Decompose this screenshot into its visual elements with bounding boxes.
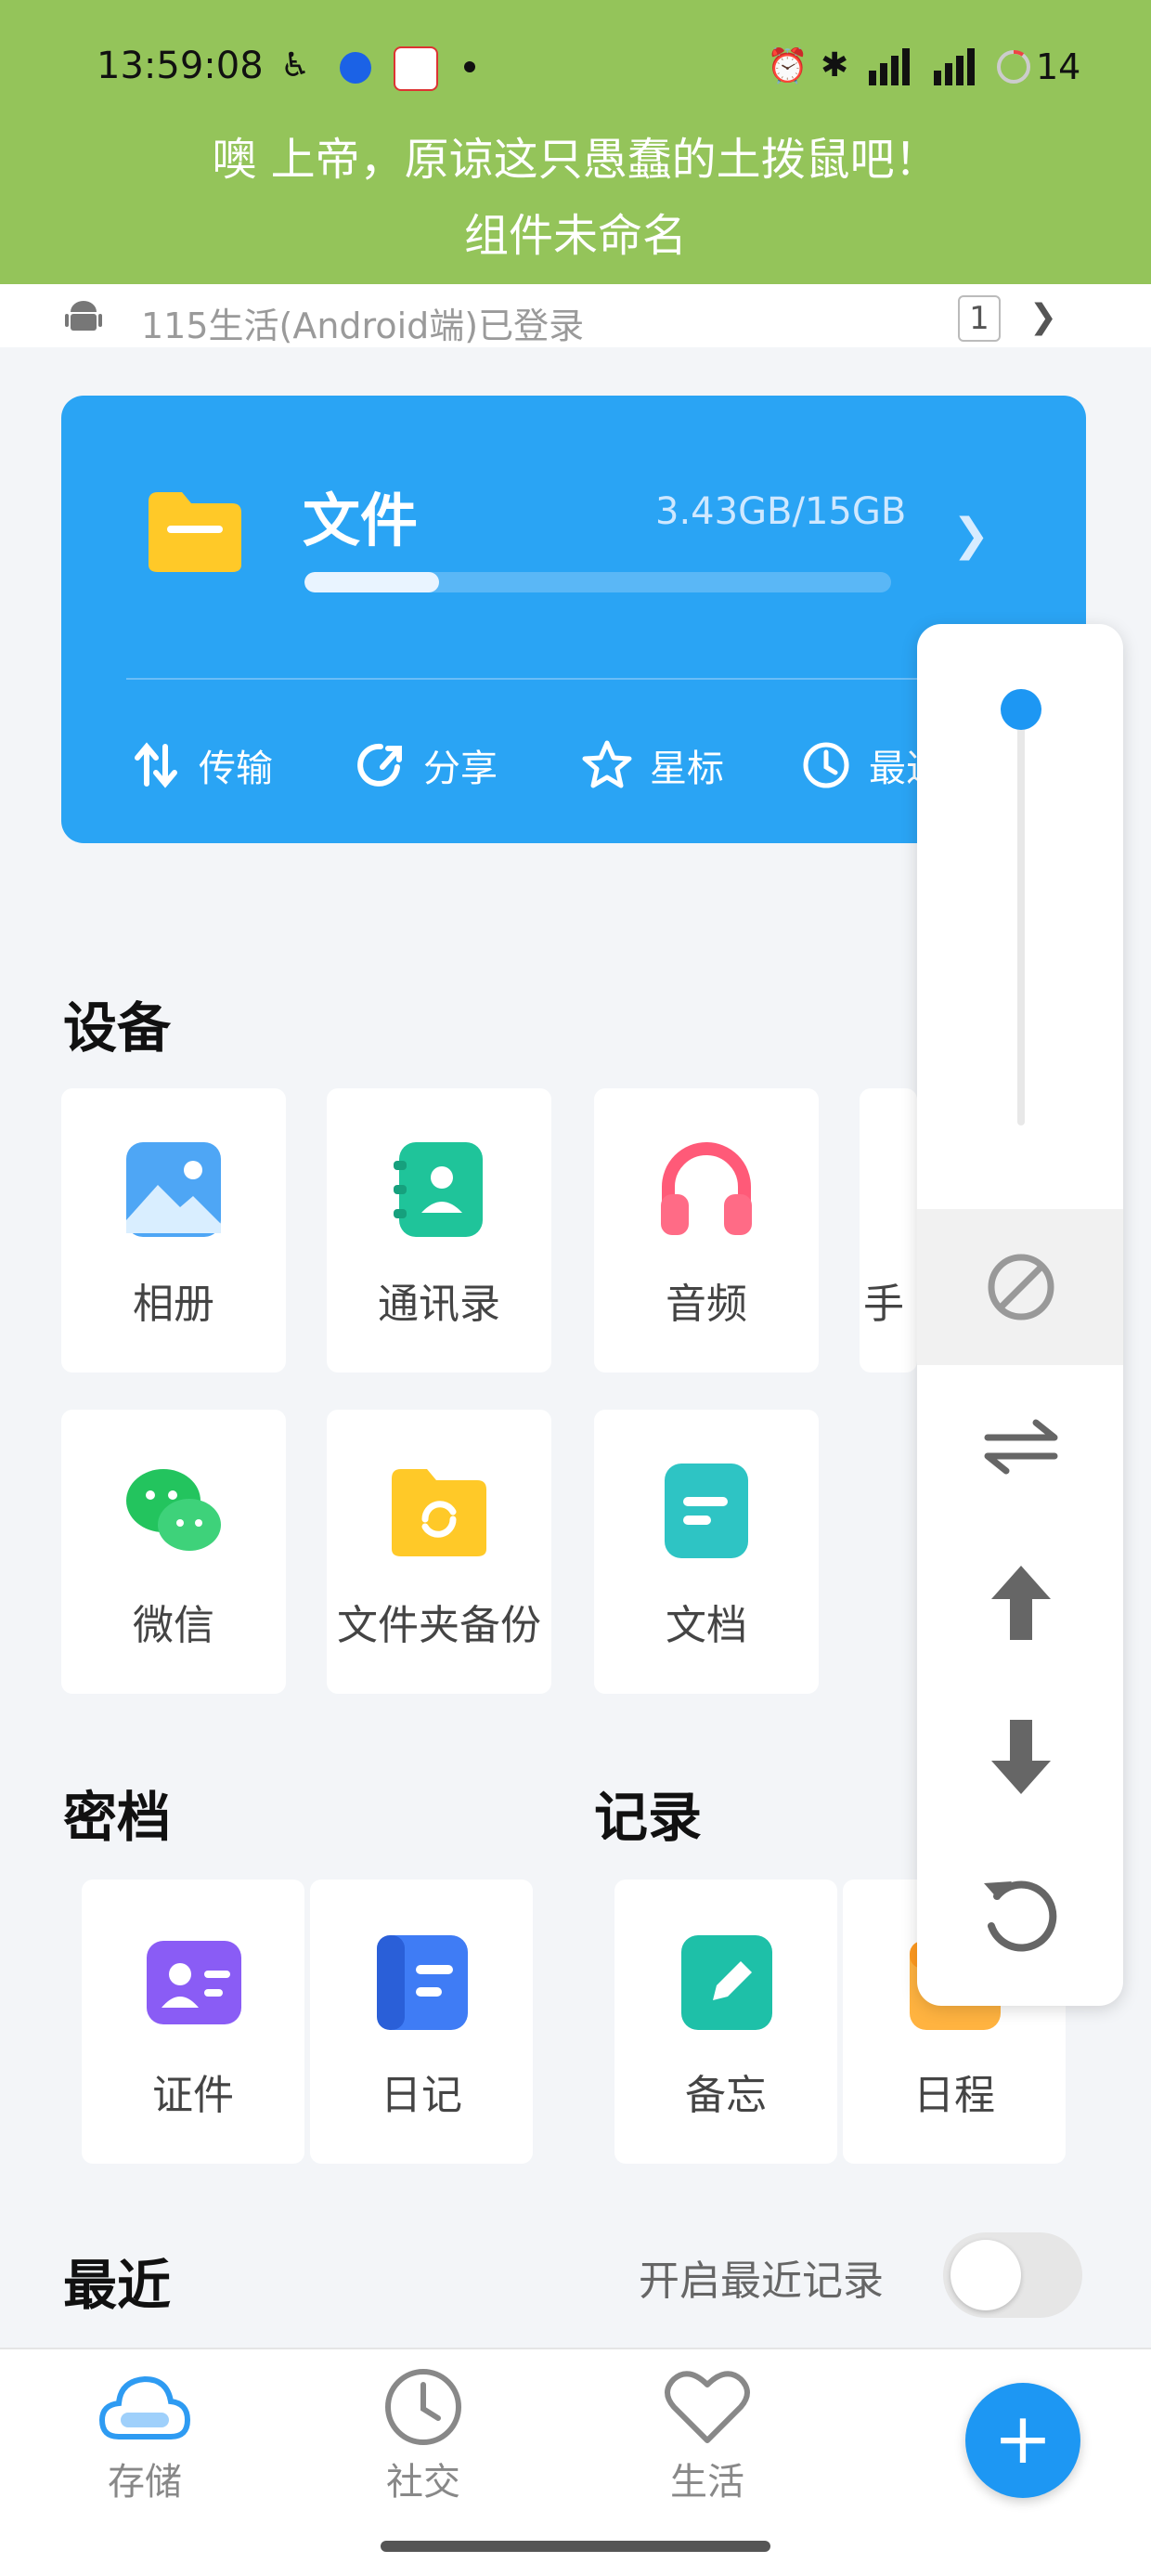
document-icon: [665, 1464, 748, 1558]
add-button[interactable]: +: [965, 2383, 1080, 2498]
nav-storage-label: 存储: [108, 2461, 182, 2504]
diary-icon: [377, 1935, 468, 2030]
recent-section-title: 最近: [63, 2254, 172, 2317]
nav-social-label: 社交: [386, 2461, 460, 2504]
nav-life[interactable]: 生活: [633, 2364, 782, 2505]
contacts-icon: [394, 1142, 483, 1237]
tile-photos[interactable]: 相册: [61, 1088, 286, 1373]
share-icon: [357, 743, 402, 787]
devices-section-title: 设备: [63, 996, 172, 1060]
chevron-right-icon[interactable]: ❯: [952, 509, 989, 561]
dot-icon: [464, 61, 475, 72]
tile-label: 文档: [666, 1602, 747, 1649]
android-icon: [65, 301, 102, 331]
banner-subtitle: 组件未命名: [463, 210, 687, 262]
tile-label: 日记: [381, 2072, 462, 2119]
photo-icon: [126, 1142, 221, 1237]
tile-label: 相册: [133, 1281, 214, 1328]
swap-icon[interactable]: [975, 1400, 1067, 1493]
memo-icon: [681, 1935, 772, 2030]
card-divider: [126, 678, 925, 680]
share-label: 分享: [423, 748, 498, 790]
banner-message: 噢 上帝，原谅这只愚蠢的土拨鼠吧！: [212, 134, 939, 186]
star-label: 星标: [650, 748, 724, 790]
alarm-icon: ⏰: [767, 47, 808, 85]
tile-memo[interactable]: 备忘: [614, 1880, 837, 2164]
transfer-label: 传输: [199, 748, 273, 790]
tile-label: 手: [863, 1281, 904, 1328]
recent-toggle-knob[interactable]: [951, 2240, 1021, 2310]
tile-documents[interactable]: 文档: [594, 1410, 819, 1694]
folder-icon: [149, 492, 241, 572]
transfer-button[interactable]: 传输: [130, 719, 273, 812]
tile-label: 备忘: [685, 2072, 767, 2119]
tile-label: 日程: [913, 2072, 995, 2119]
storage-progress-bar: [304, 572, 891, 592]
nav-storage[interactable]: 存储: [71, 2364, 219, 2505]
star-button[interactable]: 星标: [581, 719, 724, 812]
tile-label: 音频: [666, 1281, 747, 1328]
battery-level: 14: [1036, 46, 1081, 87]
id-card-icon: [147, 1941, 241, 2024]
files-title: 文件: [303, 487, 419, 554]
vertical-slider-knob[interactable]: [1001, 689, 1041, 730]
transfer-icon: [135, 742, 177, 788]
chevron-right-icon[interactable]: ❯: [1021, 295, 1066, 340]
cloud-app-icon: [394, 46, 438, 91]
headphones-icon: [661, 1142, 752, 1235]
battery-ring-icon: [997, 50, 1030, 84]
nav-life-label: 生活: [670, 2461, 744, 2504]
history-icon: [803, 742, 849, 788]
folder-sync-icon: [392, 1469, 486, 1556]
notification-app-icon: [340, 52, 371, 84]
cloud-icon: [98, 2375, 191, 2439]
accessibility-icon: ♿: [280, 46, 311, 85]
signal-icon: [869, 48, 975, 85]
tile-contacts[interactable]: 通讯录: [327, 1088, 551, 1373]
records-section-title: 记录: [594, 1786, 703, 1849]
star-icon: [582, 740, 632, 788]
home-indicator[interactable]: [381, 2541, 770, 2552]
tile-label: 证件: [152, 2072, 234, 2119]
clock-icon: [385, 2369, 461, 2445]
login-count-badge: 1: [958, 295, 1001, 342]
recent-toggle-label: 开启最近记录: [639, 2257, 884, 2305]
arrow-up-icon[interactable]: [975, 1556, 1067, 1649]
tile-phone[interactable]: 手: [860, 1088, 917, 1373]
status-time: 13:59:08: [97, 45, 264, 87]
wechat-icon: [126, 1469, 221, 1551]
tile-label: 微信: [133, 1602, 214, 1649]
storage-progress-fill: [304, 572, 440, 592]
vertical-slider-track[interactable]: [1017, 711, 1025, 1125]
tile-label: 通讯录: [378, 1281, 500, 1328]
tile-label: 文件夹备份: [337, 1602, 541, 1649]
storage-usage: 3.43GB/15GB: [655, 490, 907, 533]
vault-section-title: 密档: [63, 1786, 172, 1849]
login-status-text: 115生活(Android端)已登录: [141, 306, 585, 346]
tile-folder-backup[interactable]: 文件夹备份: [327, 1410, 551, 1694]
tile-audio[interactable]: 音频: [594, 1088, 819, 1373]
arrow-down-icon[interactable]: [975, 1711, 1067, 1803]
reset-icon[interactable]: [975, 1868, 1067, 1961]
block-icon[interactable]: [975, 1241, 1067, 1334]
tile-diary[interactable]: 日记: [310, 1880, 533, 2164]
plus-icon: +: [993, 2397, 1053, 2479]
heart-icon: [665, 2371, 750, 2443]
share-button[interactable]: 分享: [355, 719, 498, 812]
bluetooth-icon: ✱: [821, 46, 849, 85]
tile-id-card[interactable]: 证件: [82, 1880, 304, 2164]
tile-wechat[interactable]: 微信: [61, 1410, 286, 1694]
nav-social[interactable]: 社交: [349, 2364, 498, 2505]
